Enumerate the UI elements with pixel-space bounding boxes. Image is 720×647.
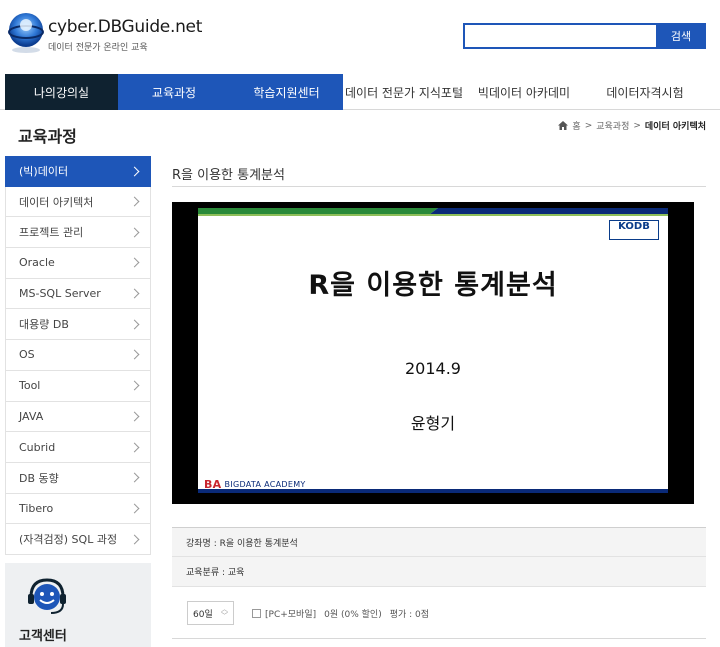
course-title: R을 이용한 통계분석 xyxy=(172,168,285,183)
chevron-right-icon xyxy=(129,166,140,177)
chevron-right-icon xyxy=(129,503,140,514)
nav-my-classroom[interactable]: 나의강의실 xyxy=(5,74,118,110)
sidebar-item-cubrid[interactable]: Cubrid xyxy=(5,432,151,463)
breadcrumb-separator: > xyxy=(584,120,593,131)
chevron-right-icon xyxy=(129,472,140,483)
nav-bigdata-academy[interactable]: 빅데이터 아카데미 xyxy=(465,74,583,110)
page-title: 교육과정 xyxy=(18,127,77,146)
search-button[interactable]: 검색 xyxy=(656,23,706,49)
sidebar-item-label: (자격검정) SQL 과정 xyxy=(19,533,118,547)
search-input[interactable] xyxy=(463,23,656,49)
nav-data-certification[interactable]: 데이터자격시험 xyxy=(583,74,707,110)
breadcrumb-home[interactable]: 홈 xyxy=(572,119,580,132)
sidebar-item-label: JAVA xyxy=(19,409,44,423)
sidebar-item-label: OS xyxy=(19,348,35,362)
sidebar-item-oracle[interactable]: Oracle xyxy=(5,248,151,279)
sidebar-item-sql-cert[interactable]: (자격검정) SQL 과정 xyxy=(5,524,151,555)
breadcrumb-separator: > xyxy=(633,120,641,131)
sidebar-item-data-architecture[interactable]: 데이터 아키텍처 xyxy=(5,186,151,218)
kodb-logo-text: KODB xyxy=(618,221,650,232)
course-name-row: 강좌명 : R을 이용한 통계분석 xyxy=(172,527,706,557)
breadcrumb: 홈 > 교육과정 > 데이터 아키텍처 xyxy=(558,119,706,132)
slide-title: R을 이용한 통계분석 xyxy=(308,270,558,301)
slide-author: 윤형기 xyxy=(410,414,456,433)
chevron-right-icon xyxy=(129,288,140,299)
period-select[interactable]: 60일 ︿ ﹀ xyxy=(187,601,234,625)
chevron-right-icon xyxy=(129,534,140,545)
chevron-right-icon xyxy=(129,227,140,238)
main-nav: 나의강의실 교육과정 학습지원센터 데이터 전문가 지식포털 빅데이터 아카데미… xyxy=(0,74,720,110)
sidebar-item-label: 프로젝트 관리 xyxy=(19,226,84,240)
site-logo-icon[interactable] xyxy=(6,10,46,54)
site-title[interactable]: cyber.DBGuide.net xyxy=(48,17,202,37)
chevron-right-icon xyxy=(129,380,140,391)
price-text: 0원 (0% 할인) xyxy=(324,609,382,620)
sidebar-item-os[interactable]: OS xyxy=(5,340,151,371)
divider xyxy=(172,186,706,187)
chevron-right-icon xyxy=(129,196,140,207)
rating-text: 평가 : 0점 xyxy=(389,609,430,620)
chevron-right-icon xyxy=(129,350,140,360)
customer-center-box[interactable]: 고객센터 xyxy=(5,563,151,647)
sidebar-item-bigdata[interactable]: (빅)데이터 xyxy=(5,156,151,187)
chevron-right-icon xyxy=(129,257,140,268)
sidebar-item-db-trends[interactable]: DB 동향 xyxy=(5,462,151,494)
breadcrumb-courses[interactable]: 교육과정 xyxy=(596,119,629,132)
pc-mobile-checkbox[interactable] xyxy=(252,608,261,618)
course-category-row: 교육분류 : 교육 xyxy=(172,557,706,587)
spinner-arrows-icon[interactable]: ︿ ﹀ xyxy=(221,606,228,620)
nav-learning-support[interactable]: 학습지원센터 xyxy=(230,74,343,110)
sidebar-item-label: Oracle xyxy=(19,256,55,270)
kodb-logo: KODB xyxy=(609,220,659,240)
chevron-right-icon xyxy=(129,442,140,452)
course-info: 강좌명 : R을 이용한 통계분석 교육분류 : 교육 xyxy=(172,527,706,587)
slide-frame: KODB R을 이용한 통계분석 2014.9 윤형기 BA BIGDATA A… xyxy=(198,208,668,493)
breadcrumb-current: 데이터 아키텍처 xyxy=(644,122,706,132)
home-icon[interactable] xyxy=(558,121,569,130)
sidebar-item-tool[interactable]: Tool xyxy=(5,370,151,402)
sidebar-item-label: 데이터 아키텍처 xyxy=(19,195,94,209)
nav-courses[interactable]: 교육과정 xyxy=(118,74,230,110)
sidebar-item-label: Tibero xyxy=(19,501,54,515)
sidebar-item-label: Cubrid xyxy=(19,440,56,454)
sidebar-item-java[interactable]: JAVA xyxy=(5,401,151,433)
video-player[interactable]: KODB R을 이용한 통계분석 2014.9 윤형기 BA BIGDATA A… xyxy=(172,202,694,504)
sidebar-menu: (빅)데이터 데이터 아키텍처 프로젝트 관리 Oracle MS-SQL Se… xyxy=(5,156,151,555)
site-subtitle: 데이터 전문가 온라인 교육 xyxy=(48,43,148,53)
slide-top-bar xyxy=(198,208,668,216)
headset-icon xyxy=(28,578,66,614)
header: cyber.DBGuide.net 데이터 전문가 온라인 교육 검색 xyxy=(0,0,720,74)
sidebar-item-mssql[interactable]: MS-SQL Server xyxy=(5,278,151,310)
sidebar-item-label: MS-SQL Server xyxy=(19,287,101,301)
sidebar-item-label: 대용량 DB xyxy=(19,318,69,332)
divider xyxy=(172,638,706,639)
chevron-right-icon xyxy=(129,319,140,330)
chevron-right-icon xyxy=(129,411,140,422)
sidebar-item-label: DB 동향 xyxy=(19,471,59,485)
purchase-options: 60일 ︿ ﹀ [PC+모바일] 0원 (0% 할인) 평가 : 0점 xyxy=(187,601,437,625)
sidebar-item-label: (빅)데이터 xyxy=(19,165,69,179)
pc-mobile-label: [PC+모바일] xyxy=(265,609,317,620)
brand-text: BIGDATA ACADEMY xyxy=(224,480,306,489)
sidebar-item-large-db[interactable]: 대용량 DB xyxy=(5,309,151,341)
sidebar-item-label: Tool xyxy=(19,379,41,393)
sidebar-item-project-management[interactable]: 프로젝트 관리 xyxy=(5,217,151,249)
nav-knowledge-portal[interactable]: 데이터 전문가 지식포털 xyxy=(343,74,465,110)
customer-center-label: 고객센터 xyxy=(19,629,67,644)
slide-bottom-bar xyxy=(198,489,668,493)
period-value: 60일 xyxy=(193,609,213,620)
sidebar-item-tibero[interactable]: Tibero xyxy=(5,493,151,525)
slide-date: 2014.9 xyxy=(405,359,461,378)
